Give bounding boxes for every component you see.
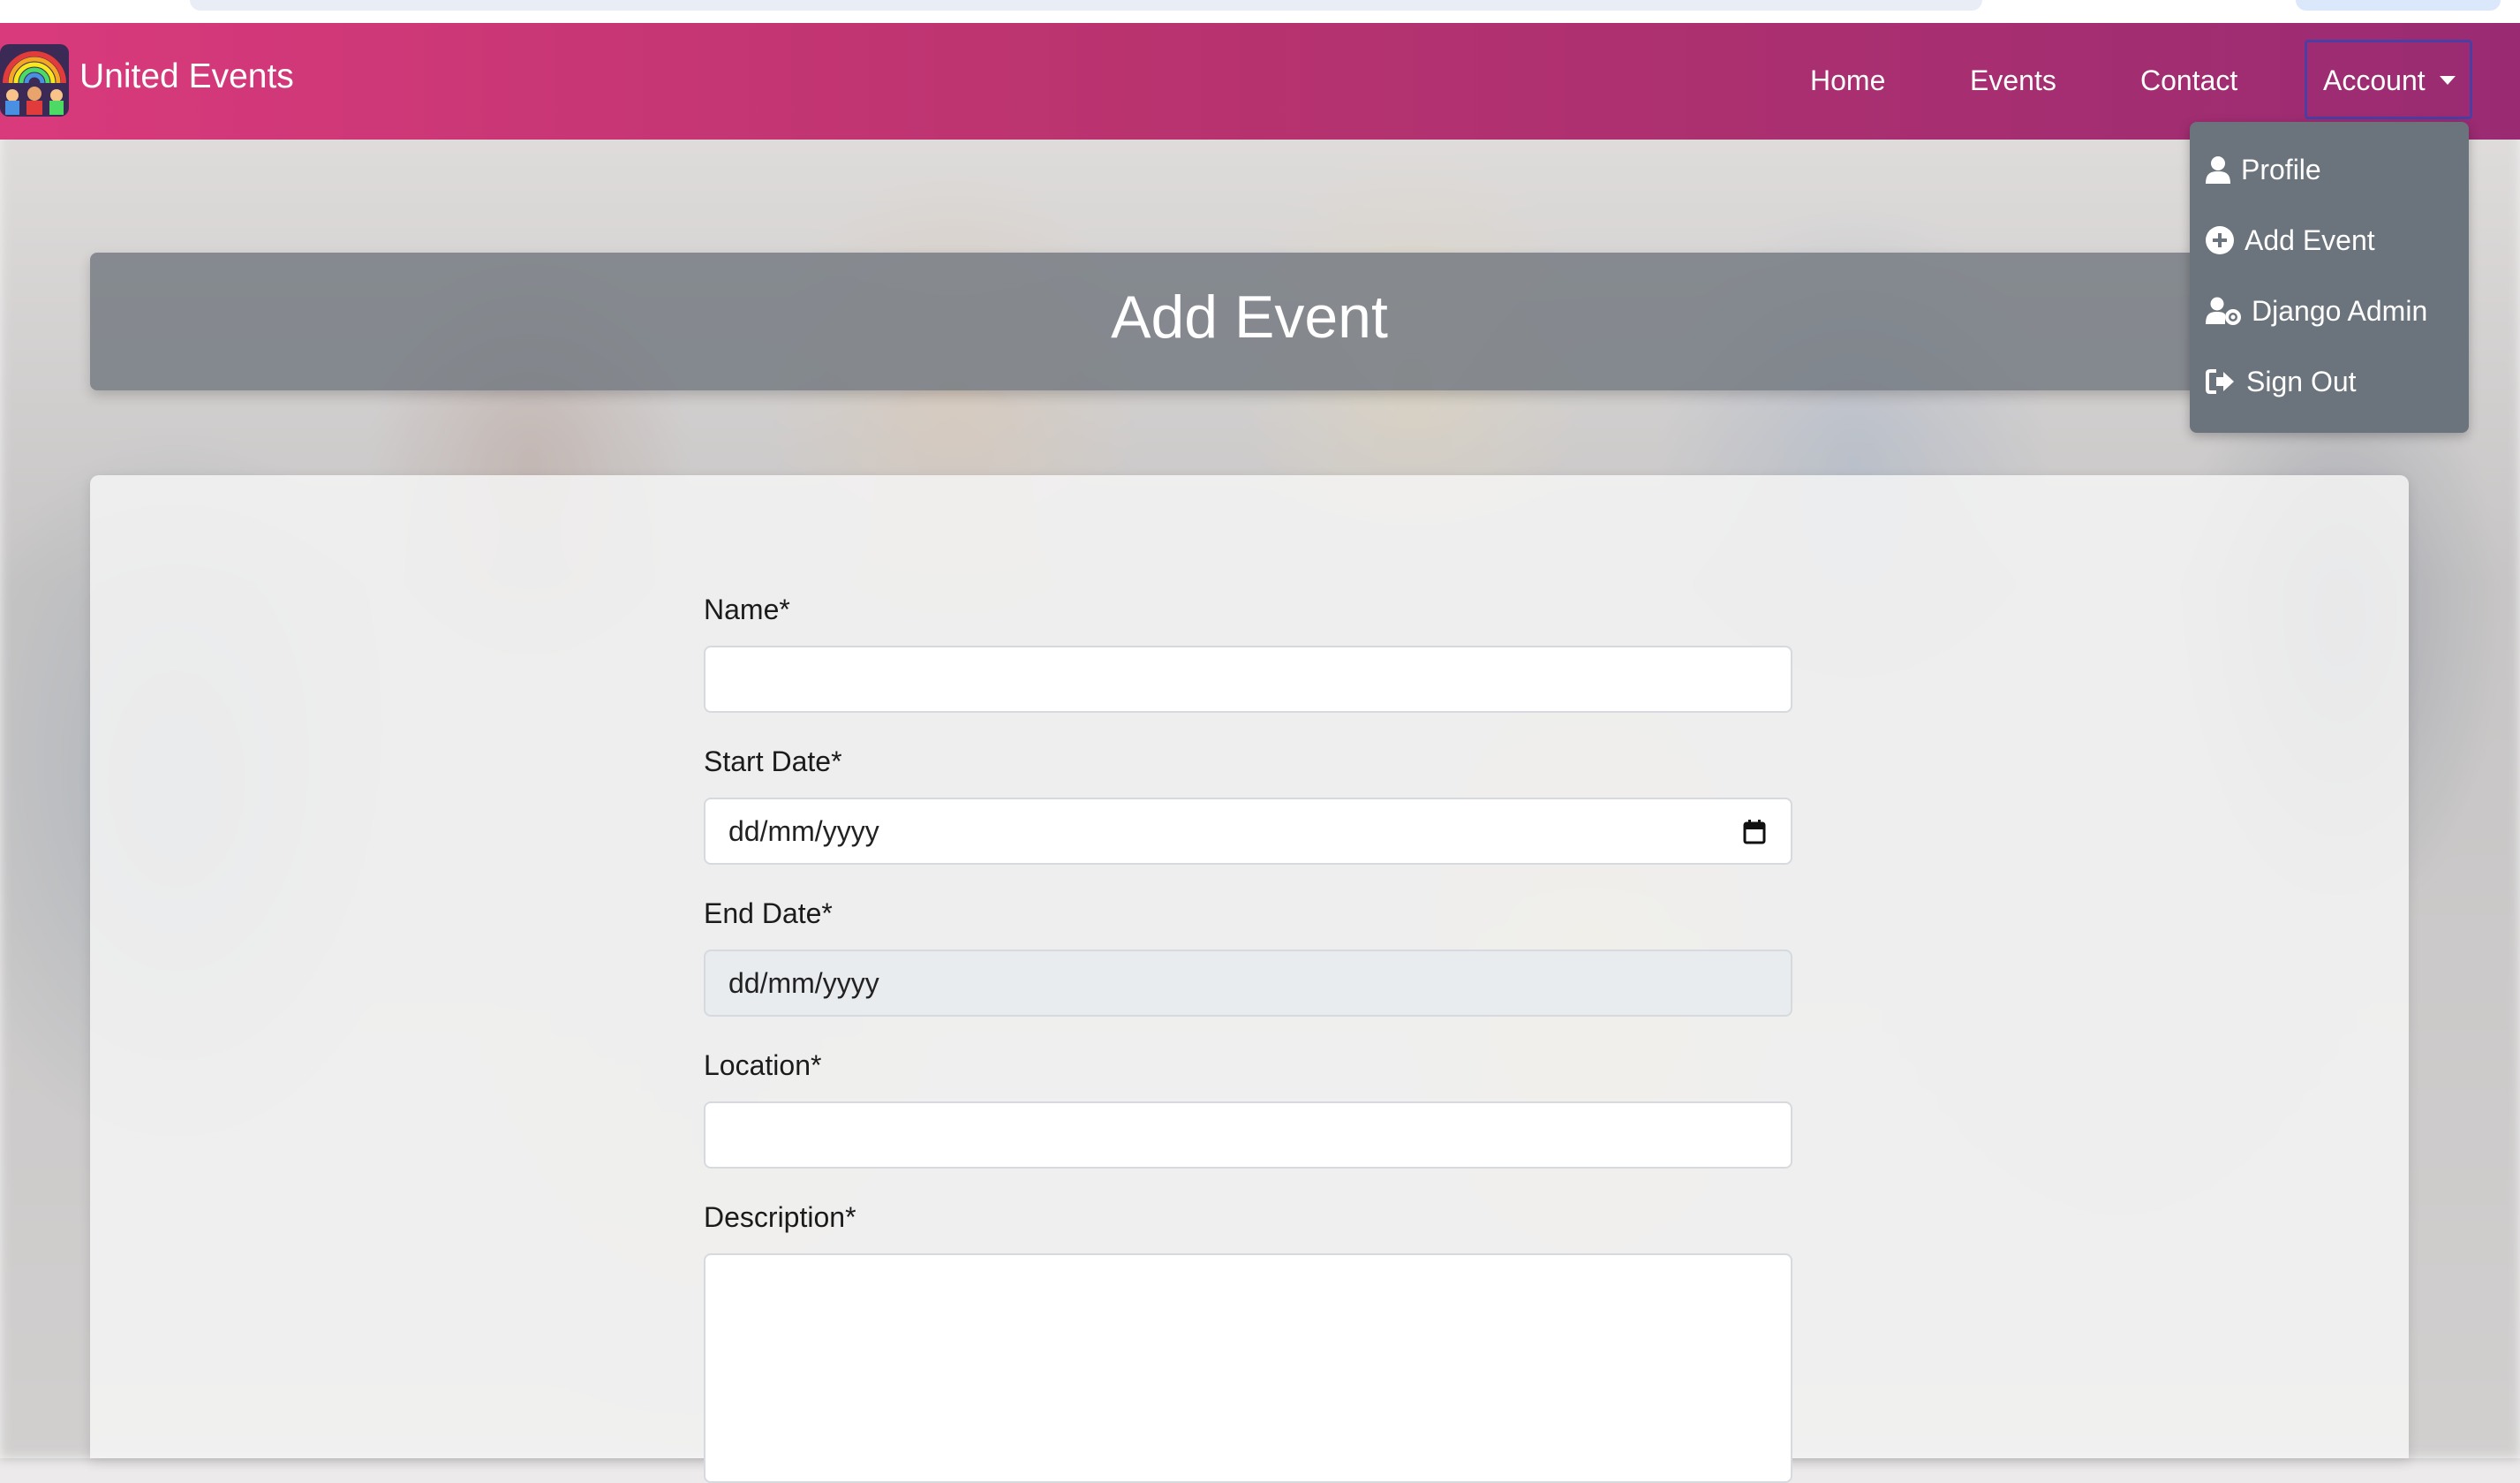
dropdown-item-profile[interactable]: Profile [2206, 148, 2321, 191]
nav-account-label: Account [2323, 64, 2426, 96]
brand-name: United Events [79, 57, 294, 95]
dropdown-item-django-admin[interactable]: Django Admin [2206, 290, 2427, 332]
nav-events[interactable]: Events [1970, 64, 2056, 97]
browser-top-strip [0, 0, 2520, 23]
brand[interactable]: United Events [0, 44, 294, 117]
dropdown-item-label: Add Event [2245, 223, 2375, 256]
name-label: Name* [704, 594, 790, 625]
browser-button [2296, 0, 2501, 11]
caret-down-icon [2439, 76, 2456, 85]
location-input[interactable] [704, 1101, 1792, 1169]
user-gear-icon [2206, 297, 2241, 325]
start-date-label: Start Date* [704, 745, 842, 777]
description-textarea[interactable] [704, 1253, 1792, 1483]
nav-account-toggle[interactable]: Account [2323, 64, 2456, 97]
start-date-placeholder: dd/mm/yyyy [728, 814, 879, 847]
nav-contact[interactable]: Contact [2140, 64, 2237, 97]
start-date-input[interactable]: dd/mm/yyyy [704, 798, 1792, 865]
dropdown-item-sign-out[interactable]: Sign Out [2206, 360, 2357, 403]
sign-out-icon [2206, 369, 2234, 394]
page-title-banner: Add Event [90, 253, 2409, 390]
calendar-icon[interactable] [1743, 820, 1766, 844]
dropdown-item-label: Profile [2241, 153, 2321, 185]
brand-logo-icon [0, 44, 69, 117]
navbar: United Events Home Events Contact Accoun… [0, 23, 2520, 140]
dropdown-item-label: Django Admin [2252, 294, 2428, 327]
account-dropdown-menu: Profile Add Event Django Admin Sign Out [2190, 122, 2469, 433]
dropdown-item-label: Sign Out [2246, 365, 2357, 397]
end-date-placeholder: dd/mm/yyyy [728, 966, 879, 999]
name-input[interactable] [704, 646, 1792, 713]
plus-circle-icon [2206, 226, 2234, 254]
end-date-input[interactable]: dd/mm/yyyy [704, 950, 1792, 1017]
nav-home[interactable]: Home [1810, 64, 1885, 97]
page-title: Add Event [1111, 284, 1388, 351]
browser-address-bar [190, 0, 1982, 11]
dropdown-item-add-event[interactable]: Add Event [2206, 219, 2375, 261]
end-date-label: End Date* [704, 897, 833, 929]
location-label: Location* [704, 1049, 822, 1081]
description-label: Description* [704, 1201, 856, 1233]
user-icon [2206, 156, 2230, 184]
